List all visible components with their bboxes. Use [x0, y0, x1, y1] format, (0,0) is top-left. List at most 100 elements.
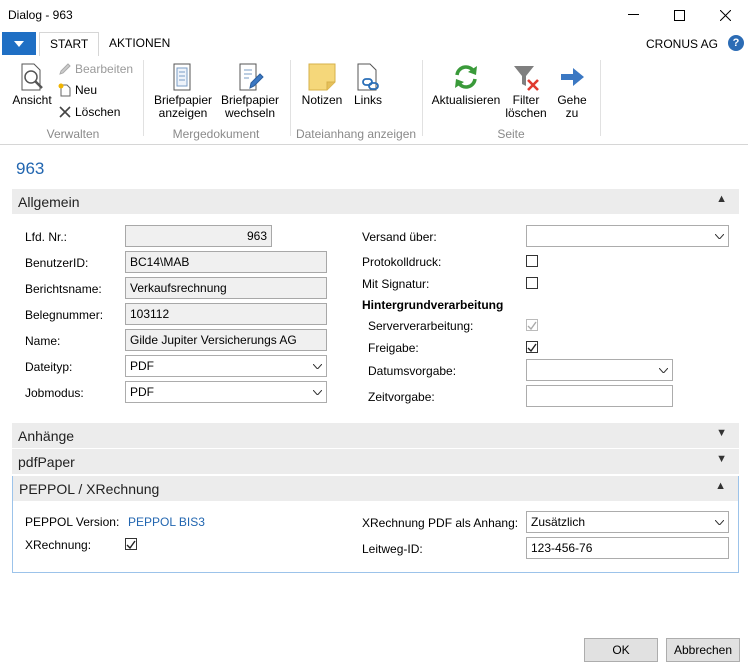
maximize-icon — [673, 9, 685, 21]
fasttab-peppol[interactable]: PEPPOL / XRechnung ▲ — [13, 476, 738, 501]
fasttab-pdfpaper[interactable]: pdfPaper ▼ — [12, 449, 739, 474]
view-icon — [21, 63, 43, 91]
maximize-button[interactable] — [656, 0, 702, 30]
berichtsname-field[interactable]: Verkaufsrechnung — [125, 277, 327, 299]
briefpapier-anzeigen-button[interactable]: Briefpapier anzeigen — [150, 62, 216, 120]
benutzerid-field[interactable]: BC14\MAB — [125, 251, 327, 273]
app-menu-button[interactable] — [2, 32, 36, 55]
delete-icon — [59, 106, 71, 118]
belegnummer-field[interactable]: 103112 — [125, 303, 327, 325]
group-label-dateianhang: Dateianhang anzeigen — [295, 127, 417, 141]
gehe-zu-line2: zu — [565, 106, 579, 120]
ok-button[interactable]: OK — [584, 638, 658, 662]
letterhead-edit-icon — [239, 63, 264, 91]
briefpapier-wechseln-button[interactable]: Briefpapier wechseln — [218, 62, 282, 120]
pencil-icon — [59, 63, 71, 75]
clear-filter-icon — [514, 66, 539, 91]
group-separator — [290, 60, 291, 136]
hintergrundverarbeitung-heading: Hintergrundverarbeitung — [362, 298, 504, 312]
chevron-down-icon — [313, 363, 322, 369]
dropdown-triangle-icon — [14, 40, 24, 47]
pdf-anhang-value: Zusätzlich — [531, 515, 586, 529]
help-icon[interactable]: ? — [728, 35, 744, 51]
name-label: Name: — [25, 334, 61, 348]
fasttab-allgemein[interactable]: Allgemein ▲ — [12, 189, 739, 214]
close-icon — [719, 9, 731, 21]
neu-button[interactable]: Neu — [58, 83, 97, 97]
xrechnung-label: XRechnung: — [25, 538, 92, 552]
lfd-nr-label: Lfd. Nr.: — [25, 230, 68, 244]
zeitvorgabe-label: Zeitvorgabe: — [368, 390, 435, 404]
mit-signatur-checkbox[interactable] — [526, 277, 538, 289]
briefpapier-anzeigen-line2: anzeigen — [158, 106, 208, 120]
chevron-down-icon: ▼ — [716, 427, 727, 439]
link-icon — [357, 63, 379, 91]
filter-loeschen-button[interactable]: Filter löschen — [504, 62, 548, 120]
chevron-down-icon — [715, 233, 724, 239]
tab-start[interactable]: START — [39, 32, 100, 57]
fasttab-peppol-label: PEPPOL / XRechnung — [19, 481, 160, 497]
versand-ueber-label: Versand über: — [362, 230, 437, 244]
tab-aktionen[interactable]: AKTIONEN — [99, 32, 180, 55]
protokolldruck-checkbox[interactable] — [526, 255, 538, 267]
notizen-button[interactable]: Notizen — [298, 62, 346, 107]
group-label-verwalten: Verwalten — [46, 127, 100, 141]
lfd-nr-field[interactable]: 963 — [125, 225, 272, 247]
group-separator — [600, 60, 601, 136]
group-label-mergedokument: Mergedokument — [172, 127, 260, 141]
leitweg-id-field[interactable]: 123-456-76 — [526, 537, 729, 559]
name-field[interactable]: Gilde Jupiter Versicherungs AG — [125, 329, 327, 351]
berichtsname-label: Berichtsname: — [25, 282, 102, 296]
chevron-up-icon: ▲ — [716, 193, 727, 205]
group-label-seite: Seite — [497, 127, 525, 141]
fasttab-pdfpaper-label: pdfPaper — [18, 454, 75, 470]
peppol-version-link[interactable]: PEPPOL BIS3 — [128, 515, 205, 529]
links-button[interactable]: Links — [350, 62, 386, 107]
pdf-anhang-label: XRechnung PDF als Anhang: — [362, 516, 519, 530]
versand-ueber-select[interactable] — [526, 225, 729, 247]
letterhead-view-icon — [173, 63, 191, 91]
fasttab-anhaenge[interactable]: Anhänge ▼ — [12, 423, 739, 448]
xrechnung-checkbox[interactable] — [125, 538, 137, 550]
loeschen-button[interactable]: Löschen — [58, 105, 120, 119]
close-button[interactable] — [702, 0, 748, 30]
chevron-up-icon: ▲ — [715, 480, 726, 492]
links-label: Links — [353, 93, 382, 107]
abbrechen-button[interactable]: Abbrechen — [666, 638, 740, 662]
freigabe-checkbox[interactable] — [526, 341, 538, 353]
gehe-zu-button[interactable]: Gehe zu — [552, 62, 592, 120]
group-separator — [422, 60, 423, 136]
jobmodus-value: PDF — [130, 385, 154, 399]
chevron-down-icon — [659, 367, 668, 373]
filter-loeschen-line2: löschen — [505, 106, 547, 120]
fasttab-allgemein-label: Allgemein — [18, 194, 80, 210]
jobmodus-select[interactable]: PDF — [125, 381, 327, 403]
datumsvorgabe-label: Datumsvorgabe: — [368, 364, 457, 378]
leitweg-id-label: Leitweg-ID: — [362, 542, 423, 556]
dateityp-value: PDF — [130, 359, 154, 373]
freigabe-label: Freigabe: — [368, 341, 419, 355]
briefpapier-wechseln-line2: wechseln — [224, 106, 276, 120]
benutzerid-label: BenutzerID: — [25, 256, 89, 270]
minimize-button[interactable] — [610, 0, 656, 30]
bearbeiten-label: Bearbeiten — [75, 62, 134, 76]
peppol-version-label: PEPPOL Version: — [25, 515, 120, 529]
refresh-icon — [455, 65, 477, 89]
pdf-anhang-select[interactable]: Zusätzlich — [526, 511, 729, 533]
jobmodus-label: Jobmodus: — [25, 386, 84, 400]
ansicht-button[interactable]: Ansicht — [10, 62, 54, 107]
datumsvorgabe-select[interactable] — [526, 359, 673, 381]
aktualisieren-button[interactable]: Aktualisieren — [430, 62, 502, 107]
chevron-down-icon — [313, 389, 322, 395]
note-icon — [308, 63, 336, 91]
ansicht-label: Ansicht — [12, 93, 52, 107]
dateityp-select[interactable]: PDF — [125, 355, 327, 377]
zeitvorgabe-field[interactable] — [526, 385, 673, 407]
minimize-icon — [627, 14, 639, 15]
bearbeiten-button[interactable]: Bearbeiten — [58, 62, 133, 76]
serververarbeitung-checkbox — [526, 319, 538, 331]
arrow-right-icon — [561, 68, 584, 86]
record-title: 963 — [16, 159, 45, 178]
check-icon — [527, 321, 537, 330]
fasttab-anhaenge-label: Anhänge — [18, 428, 75, 444]
